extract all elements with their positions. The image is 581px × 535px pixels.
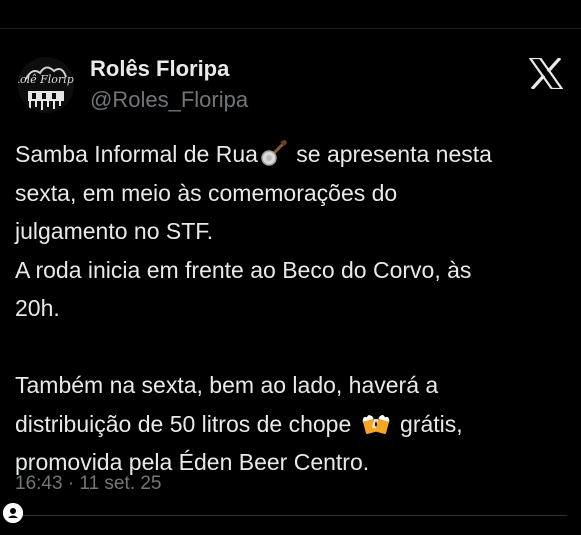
clinking-beer-mugs-icon (361, 409, 391, 448)
banjo-icon (261, 139, 287, 178)
author-display-name[interactable]: Rolês Floripa (90, 55, 229, 83)
avatar-logo-icon: Rolê Floripa (18, 57, 74, 113)
tweet-text: Samba Informal de Rua se apresenta nesta… (15, 135, 570, 482)
tweet-line: A roda inicia em frente ao Beco do Corvo… (15, 256, 472, 283)
tweet-line: sexta, em meio às comemorações do (15, 179, 398, 206)
tweet-line: Também na sexta, bem ao lado, haverá a (15, 372, 439, 398)
avatar[interactable]: Rolê Floripa (18, 57, 74, 113)
user-icon[interactable] (3, 503, 23, 523)
tweet-line: julgamento no STF. (15, 218, 214, 244)
divider (15, 515, 567, 516)
tweet-line: 20h. (15, 295, 60, 321)
x-logo-icon[interactable] (527, 56, 565, 91)
avatar-text: Rolê Floripa (18, 73, 74, 86)
tweet-timestamp[interactable]: 16:43 · 11 set. 25 (15, 472, 161, 496)
tweet-line: distribuição de 50 litros de chope gráti… (15, 405, 570, 444)
tweet-line: Samba Informal de Rua se apresenta nesta (15, 135, 570, 174)
author-handle[interactable]: @Roles_Floripa (90, 86, 248, 114)
